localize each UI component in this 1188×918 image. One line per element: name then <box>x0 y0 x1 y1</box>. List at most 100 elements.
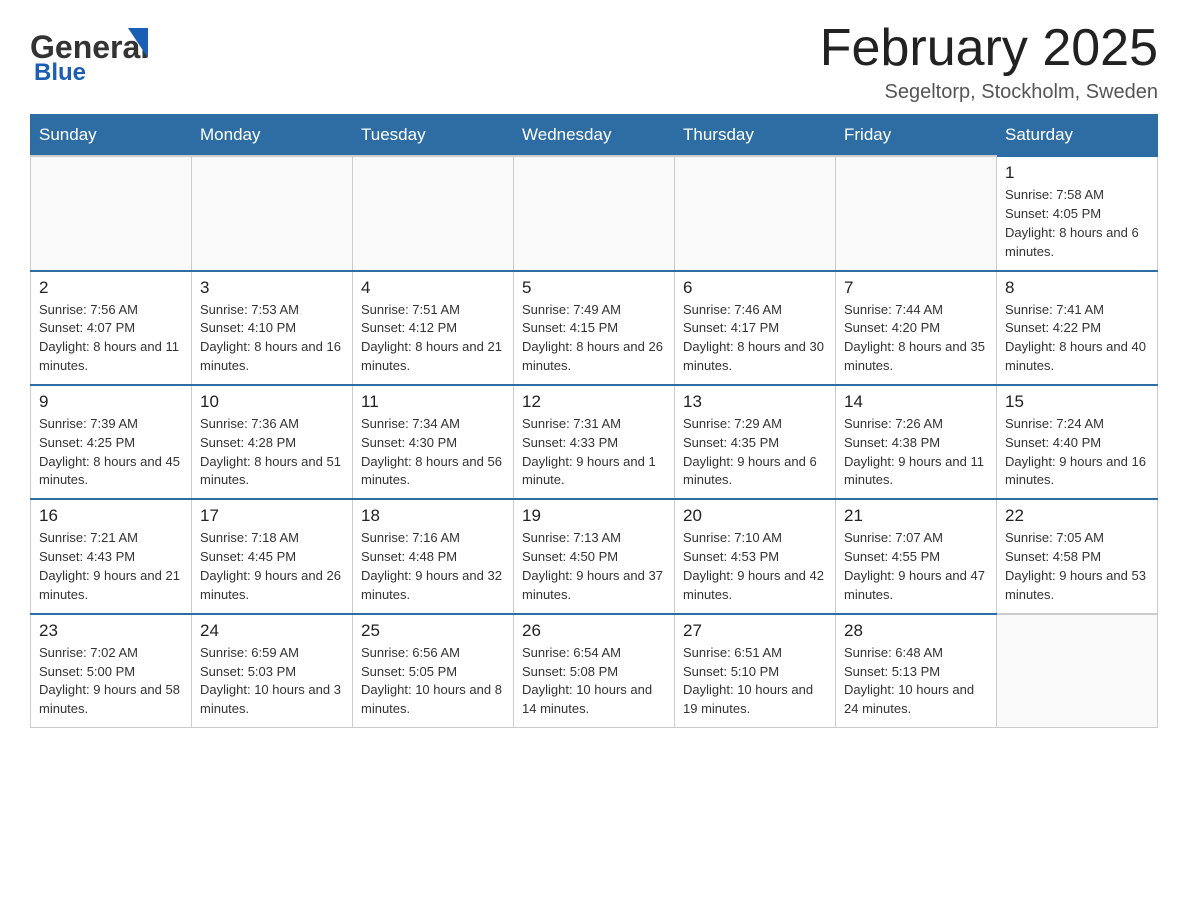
header-thursday: Thursday <box>675 115 836 157</box>
day-number: 11 <box>361 392 505 412</box>
calendar-week-row: 1Sunrise: 7:58 AM Sunset: 4:05 PM Daylig… <box>31 156 1158 270</box>
calendar-cell <box>353 156 514 270</box>
day-info: Sunrise: 6:54 AM Sunset: 5:08 PM Dayligh… <box>522 644 666 719</box>
title-block: February 2025 Segeltorp, Stockholm, Swed… <box>820 20 1158 104</box>
calendar-week-row: 16 Sunrise: 7:21 AM Sunset: 4:43 PM Dayli… <box>31 499 1158 613</box>
day-info: Sunrise: 7:24 AM Sunset: 4:40 PM Dayligh… <box>1005 415 1149 490</box>
day-number: 10 <box>200 392 344 412</box>
calendar-cell: 26 Sunrise: 6:54 AM Sunset: 5:08 PM Dayli… <box>514 614 675 728</box>
calendar-cell: 14Sunrise: 7:26 AM Sunset: 4:38 PM Dayli… <box>836 385 997 499</box>
calendar-cell <box>31 156 192 270</box>
day-number: 5 <box>522 278 666 298</box>
day-info: Sunrise: 7:31 AM Sunset: 4:33 PM Dayligh… <box>522 415 666 490</box>
header-saturday: Saturday <box>997 115 1158 157</box>
day-info: Sunrise: 7:07 AM Sunset: 4:55 PM Dayligh… <box>844 529 988 604</box>
day-number: 3 <box>200 278 344 298</box>
day-number: 16 <box>39 506 183 526</box>
day-number: 27 <box>683 621 827 641</box>
calendar-cell: 3 Sunrise: 7:53 AM Sunset: 4:10 PM Daylig… <box>192 271 353 385</box>
calendar-cell: 5 Sunrise: 7:49 AM Sunset: 4:15 PM Daylig… <box>514 271 675 385</box>
weekday-header-row: Sunday Monday Tuesday Wednesday Thursday… <box>31 115 1158 157</box>
header-monday: Monday <box>192 115 353 157</box>
header-friday: Friday <box>836 115 997 157</box>
day-number: 23 <box>39 621 183 641</box>
month-title: February 2025 <box>820 20 1158 77</box>
calendar-cell: 19 Sunrise: 7:13 AM Sunset: 4:50 PM Dayli… <box>514 499 675 613</box>
calendar-cell: 2Sunrise: 7:56 AM Sunset: 4:07 PM Daylig… <box>31 271 192 385</box>
location: Segeltorp, Stockholm, Sweden <box>820 81 1158 104</box>
day-info: Sunrise: 7:16 AM Sunset: 4:48 PM Dayligh… <box>361 529 505 604</box>
calendar-table: Sunday Monday Tuesday Wednesday Thursday… <box>30 114 1158 728</box>
page-header: General Blue February 2025 Segeltorp, St… <box>30 20 1158 104</box>
day-number: 14 <box>844 392 988 412</box>
calendar-cell: 11 Sunrise: 7:34 AM Sunset: 4:30 PM Dayli… <box>353 385 514 499</box>
calendar-cell: 23Sunrise: 7:02 AM Sunset: 5:00 PM Dayli… <box>31 614 192 728</box>
day-number: 20 <box>683 506 827 526</box>
calendar-cell: 21 Sunrise: 7:07 AM Sunset: 4:55 PM Dayli… <box>836 499 997 613</box>
calendar-cell <box>675 156 836 270</box>
calendar-cell: 9Sunrise: 7:39 AM Sunset: 4:25 PM Daylig… <box>31 385 192 499</box>
header-sunday: Sunday <box>31 115 192 157</box>
calendar-cell: 1Sunrise: 7:58 AM Sunset: 4:05 PM Daylig… <box>997 156 1158 270</box>
header-tuesday: Tuesday <box>353 115 514 157</box>
day-number: 15 <box>1005 392 1149 412</box>
logo-general-text: General Blue <box>30 20 160 85</box>
calendar-cell: 24 Sunrise: 6:59 AM Sunset: 5:03 PM Dayli… <box>192 614 353 728</box>
day-info: Sunrise: 7:13 AM Sunset: 4:50 PM Dayligh… <box>522 529 666 604</box>
day-info: Sunrise: 7:44 AM Sunset: 4:20 PM Dayligh… <box>844 301 988 376</box>
calendar-cell: 7 Sunrise: 7:44 AM Sunset: 4:20 PM Daylig… <box>836 271 997 385</box>
calendar-cell: 8 Sunrise: 7:41 AM Sunset: 4:22 PM Daylig… <box>997 271 1158 385</box>
day-info: Sunrise: 7:51 AM Sunset: 4:12 PM Dayligh… <box>361 301 505 376</box>
day-number: 19 <box>522 506 666 526</box>
calendar-cell: 6Sunrise: 7:46 AM Sunset: 4:17 PM Daylig… <box>675 271 836 385</box>
day-number: 8 <box>1005 278 1149 298</box>
day-number: 4 <box>361 278 505 298</box>
calendar-cell: 27 Sunrise: 6:51 AM Sunset: 5:10 PM Dayli… <box>675 614 836 728</box>
day-number: 7 <box>844 278 988 298</box>
day-number: 26 <box>522 621 666 641</box>
calendar-cell: 17 Sunrise: 7:18 AM Sunset: 4:45 PM Dayli… <box>192 499 353 613</box>
day-info: Sunrise: 6:51 AM Sunset: 5:10 PM Dayligh… <box>683 644 827 719</box>
day-number: 25 <box>361 621 505 641</box>
day-info: Sunrise: 7:34 AM Sunset: 4:30 PM Dayligh… <box>361 415 505 490</box>
day-number: 18 <box>361 506 505 526</box>
day-number: 28 <box>844 621 988 641</box>
day-info: Sunrise: 7:36 AM Sunset: 4:28 PM Dayligh… <box>200 415 344 490</box>
calendar-week-row: 23Sunrise: 7:02 AM Sunset: 5:00 PM Dayli… <box>31 614 1158 728</box>
day-number: 2 <box>39 278 183 298</box>
day-info: Sunrise: 7:49 AM Sunset: 4:15 PM Dayligh… <box>522 301 666 376</box>
day-info: Sunrise: 7:46 AM Sunset: 4:17 PM Dayligh… <box>683 301 827 376</box>
day-number: 12 <box>522 392 666 412</box>
day-info: Sunrise: 7:21 AM Sunset: 4:43 PM Dayligh… <box>39 529 183 604</box>
calendar-cell <box>514 156 675 270</box>
day-info: Sunrise: 7:53 AM Sunset: 4:10 PM Dayligh… <box>200 301 344 376</box>
calendar-week-row: 9Sunrise: 7:39 AM Sunset: 4:25 PM Daylig… <box>31 385 1158 499</box>
calendar-cell <box>997 614 1158 728</box>
day-info: Sunrise: 7:41 AM Sunset: 4:22 PM Dayligh… <box>1005 301 1149 376</box>
day-number: 22 <box>1005 506 1149 526</box>
day-info: Sunrise: 7:05 AM Sunset: 4:58 PM Dayligh… <box>1005 529 1149 604</box>
day-info: Sunrise: 6:56 AM Sunset: 5:05 PM Dayligh… <box>361 644 505 719</box>
calendar-cell: 16 Sunrise: 7:21 AM Sunset: 4:43 PM Dayli… <box>31 499 192 613</box>
day-number: 13 <box>683 392 827 412</box>
day-number: 17 <box>200 506 344 526</box>
day-info: Sunrise: 7:10 AM Sunset: 4:53 PM Dayligh… <box>683 529 827 604</box>
calendar-cell: 25 Sunrise: 6:56 AM Sunset: 5:05 PM Dayli… <box>353 614 514 728</box>
day-info: Sunrise: 7:18 AM Sunset: 4:45 PM Dayligh… <box>200 529 344 604</box>
day-number: 21 <box>844 506 988 526</box>
calendar-cell: 15 Sunrise: 7:24 AM Sunset: 4:40 PM Dayli… <box>997 385 1158 499</box>
calendar-cell: 18 Sunrise: 7:16 AM Sunset: 4:48 PM Dayli… <box>353 499 514 613</box>
day-info: Sunrise: 7:58 AM Sunset: 4:05 PM Dayligh… <box>1005 186 1149 261</box>
header-wednesday: Wednesday <box>514 115 675 157</box>
calendar-cell: 13Sunrise: 7:29 AM Sunset: 4:35 PM Dayli… <box>675 385 836 499</box>
day-number: 24 <box>200 621 344 641</box>
calendar-cell <box>192 156 353 270</box>
calendar-cell <box>836 156 997 270</box>
calendar-cell: 12 Sunrise: 7:31 AM Sunset: 4:33 PM Dayli… <box>514 385 675 499</box>
calendar-cell: 4 Sunrise: 7:51 AM Sunset: 4:12 PM Daylig… <box>353 271 514 385</box>
calendar-cell: 22 Sunrise: 7:05 AM Sunset: 4:58 PM Dayli… <box>997 499 1158 613</box>
logo-svg: General Blue <box>30 20 160 85</box>
day-info: Sunrise: 6:59 AM Sunset: 5:03 PM Dayligh… <box>200 644 344 719</box>
calendar-cell: 20 Sunrise: 7:10 AM Sunset: 4:53 PM Dayli… <box>675 499 836 613</box>
logo: General Blue <box>30 20 160 85</box>
